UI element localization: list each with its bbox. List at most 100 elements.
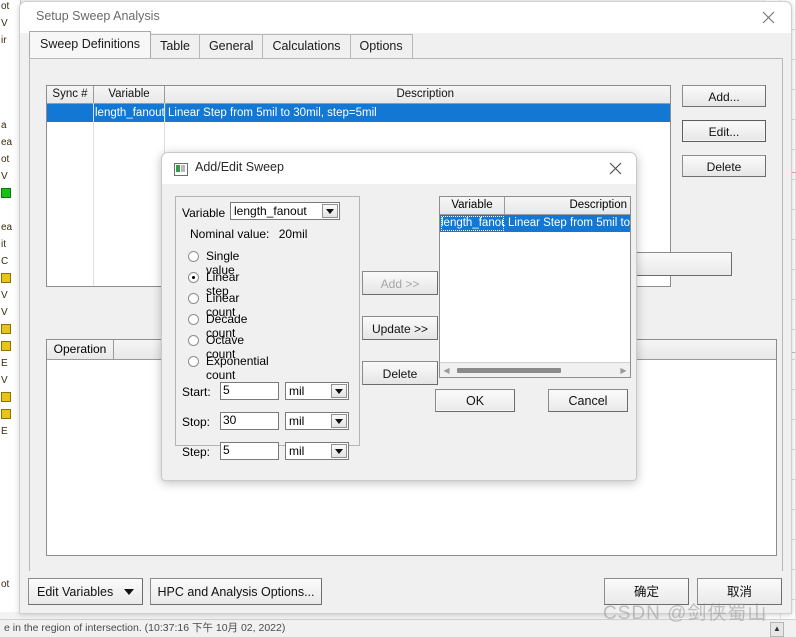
list-item[interactable] (0, 187, 20, 204)
modal-delete-button[interactable]: Delete (362, 361, 438, 385)
start-unit-combobox[interactable]: mil (285, 382, 349, 400)
list-item[interactable] (0, 272, 20, 289)
sweep-list[interactable]: Variable Description length_fanout Linea… (439, 196, 631, 378)
radio-icon (188, 293, 199, 304)
list-item[interactable]: V (0, 170, 20, 187)
variable-combobox[interactable]: length_fanout (230, 202, 340, 220)
list-item[interactable] (0, 68, 20, 85)
modal-cancel-button[interactable]: Cancel (548, 389, 628, 412)
list-item[interactable]: ot (0, 0, 20, 17)
list-item[interactable]: C (0, 255, 20, 272)
edit-button[interactable]: Edit... (682, 120, 766, 142)
stop-input[interactable]: 30 (220, 412, 279, 430)
window-titlebar: Setup Sweep Analysis (20, 2, 791, 33)
list-item[interactable] (0, 340, 20, 357)
column-header-sync[interactable]: Sync # (47, 86, 94, 103)
variable-label: Variable (182, 206, 226, 220)
list-item[interactable] (0, 204, 20, 221)
tab-strip: Sweep Definitions Table General Calculat… (20, 31, 791, 58)
list-item[interactable]: V (0, 306, 20, 323)
list-item[interactable] (0, 391, 20, 408)
list-item[interactable] (0, 51, 20, 68)
list-item[interactable]: ir (0, 34, 20, 51)
start-label: Start: (182, 385, 211, 399)
edit-variables-label: Edit Variables (37, 585, 114, 599)
column-header-variable[interactable]: Variable (440, 197, 505, 214)
scroll-left-icon[interactable]: ◀ (440, 366, 453, 375)
modal-update-button[interactable]: Update >> (362, 316, 438, 340)
cell-variable: length_fanout (94, 104, 166, 122)
tab-sweep-definitions[interactable]: Sweep Definitions (29, 31, 152, 58)
radio-icon (188, 356, 199, 367)
step-label: Step: (182, 445, 211, 459)
chevron-down-icon[interactable] (331, 414, 347, 428)
background-tree-panel[interactable]: ot V ir a ea ot V ea it C V V E V E ot (0, 0, 21, 612)
start-input[interactable]: 5 (220, 382, 279, 400)
cell-description: Linear Step from 5mil to 30mil, step=5mi… (168, 107, 377, 119)
list-item[interactable]: ot (0, 153, 20, 170)
table-row[interactable]: length_fanout Linear Step from 5mil to 3 (440, 215, 630, 232)
list-item[interactable]: it (0, 238, 20, 255)
list-item[interactable] (0, 476, 20, 493)
radio-label: Exponential count (206, 354, 269, 382)
step-input[interactable]: 5 (220, 442, 279, 460)
list-item[interactable]: ea (0, 136, 20, 153)
status-scroll-up-icon[interactable]: ▲ (770, 622, 784, 637)
modal-add-button[interactable]: Add >> (362, 271, 438, 295)
list-item[interactable] (0, 459, 20, 476)
stop-label: Stop: (182, 415, 211, 429)
step-unit-combobox[interactable]: mil (285, 442, 349, 460)
add-button[interactable]: Add... (682, 85, 766, 107)
radio-icon (188, 314, 199, 325)
status-message: e in the region of intersection. (10:37:… (4, 622, 286, 634)
chevron-down-icon[interactable] (331, 384, 347, 398)
edit-variables-button[interactable]: Edit Variables (28, 578, 143, 605)
tab-table[interactable]: Table (150, 34, 200, 58)
close-icon[interactable] (602, 158, 628, 179)
stop-unit-combobox[interactable]: mil (285, 412, 349, 430)
modal-ok-button[interactable]: OK (435, 389, 515, 412)
tab-options[interactable]: Options (349, 34, 413, 58)
close-icon[interactable] (753, 6, 783, 29)
list-item[interactable] (0, 527, 20, 544)
modal-titlebar: Add/Edit Sweep (162, 153, 636, 184)
cancel-button[interactable]: 取消 (697, 578, 782, 605)
list-item[interactable]: ea (0, 221, 20, 238)
tab-calculations[interactable]: Calculations (262, 34, 351, 58)
list-item[interactable]: E (0, 357, 20, 374)
list-item[interactable] (0, 408, 20, 425)
green-chip-icon (1, 188, 11, 199)
list-item[interactable] (0, 442, 20, 459)
column-header-operation[interactable]: Operation (47, 340, 114, 359)
column-header-description[interactable]: Description (505, 197, 630, 214)
radio-icon-selected (188, 272, 199, 283)
list-item[interactable] (0, 323, 20, 340)
scrollbar-thumb[interactable] (457, 367, 561, 373)
list-item[interactable]: a (0, 119, 20, 136)
list-item[interactable] (0, 561, 20, 578)
scroll-right-icon[interactable]: ▶ (617, 366, 630, 375)
list-item[interactable] (0, 544, 20, 561)
ok-button[interactable]: 确定 (604, 578, 689, 605)
list-item[interactable]: V (0, 17, 20, 34)
hpc-analysis-options-button[interactable]: HPC and Analysis Options... (150, 578, 322, 605)
yellow-chip-icon (1, 409, 11, 420)
list-item[interactable]: E (0, 425, 20, 442)
list-item[interactable] (0, 102, 20, 119)
list-item[interactable]: V (0, 374, 20, 391)
chevron-down-icon[interactable] (322, 204, 338, 218)
list-item[interactable] (0, 510, 20, 527)
list-item[interactable] (0, 85, 20, 102)
table-row[interactable]: length_fanout Linear Step from 5mil to 3… (47, 104, 670, 122)
list-item[interactable] (0, 493, 20, 510)
cell-sync (47, 104, 94, 122)
chevron-down-icon[interactable] (331, 444, 347, 458)
horizontal-scrollbar[interactable]: ◀ ▶ (440, 362, 630, 377)
column-header-variable[interactable]: Variable (94, 86, 165, 103)
list-item[interactable]: V (0, 289, 20, 306)
list-item[interactable]: ot (0, 578, 20, 595)
tab-general[interactable]: General (198, 34, 264, 58)
column-header-description[interactable]: Description (165, 86, 670, 103)
variable-value: length_fanout (234, 204, 307, 218)
delete-button[interactable]: Delete (682, 155, 766, 177)
